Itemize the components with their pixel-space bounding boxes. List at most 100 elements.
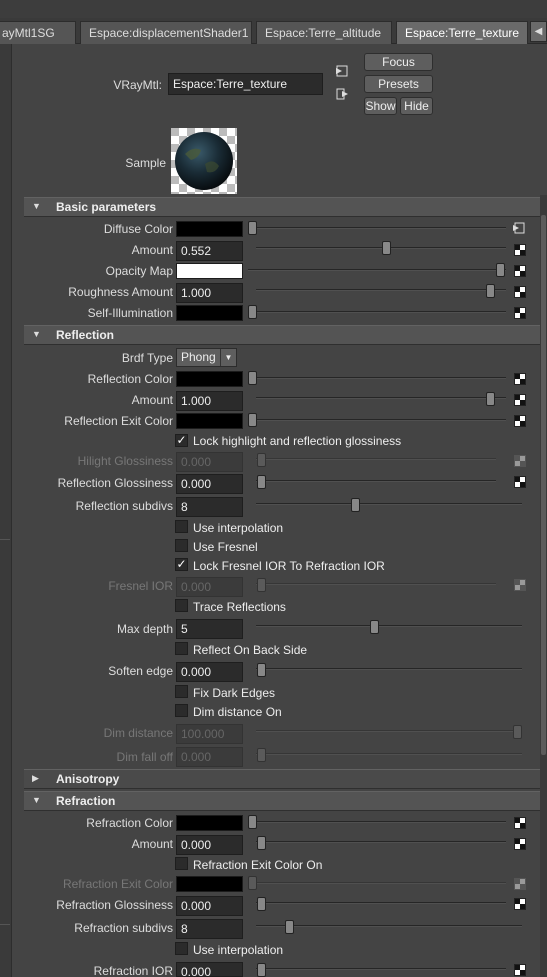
refraction-ior-slider-handle[interactable] xyxy=(257,963,266,977)
section-refraction[interactable]: ▼ Refraction xyxy=(24,791,540,811)
fresnel-ior-map-button-icon[interactable] xyxy=(514,579,526,591)
section-reflection[interactable]: ▼ Reflection xyxy=(24,325,540,345)
hilight-glossiness-slider-handle[interactable] xyxy=(257,453,266,467)
self-illumination-slider-track[interactable] xyxy=(250,311,506,313)
dim-fall-off-field[interactable]: 0.000 xyxy=(176,747,243,767)
dim-distance-slider-handle[interactable] xyxy=(513,725,522,739)
diffuse-color-slider-track[interactable] xyxy=(250,227,506,229)
diffuse-color-slider-handle[interactable] xyxy=(248,221,257,235)
dim-fall-off-slider-track[interactable] xyxy=(256,753,522,755)
tab-terre-altitude[interactable]: Espace:Terre_altitude xyxy=(256,21,392,44)
use-interpolation-checkbox[interactable] xyxy=(175,520,188,533)
focus-button[interactable]: Focus xyxy=(364,53,433,71)
reflection-exit-color-map-button-icon[interactable] xyxy=(514,415,526,427)
soften-edge-slider-handle[interactable] xyxy=(257,663,266,677)
reflection-glossiness-field[interactable]: 0.000 xyxy=(176,474,243,494)
reflection-exit-color-slider-track[interactable] xyxy=(250,419,506,421)
reflection-glossiness-slider-track[interactable] xyxy=(256,480,496,482)
hilight-glossiness-slider-track[interactable] xyxy=(256,458,496,460)
self-illumination-map-button-icon[interactable] xyxy=(514,307,526,319)
amount-map-button-icon[interactable] xyxy=(514,244,526,256)
output-connection-icon[interactable] xyxy=(336,88,348,100)
reflection-amount-map-button-icon[interactable] xyxy=(514,394,526,406)
reflection-color-slider-track[interactable] xyxy=(250,377,506,379)
opacity-map-slider-handle[interactable] xyxy=(496,263,505,277)
opacity-map-swatch[interactable] xyxy=(176,263,243,279)
refraction-amount-slider-handle[interactable] xyxy=(257,836,266,850)
reflection-color-swatch[interactable] xyxy=(176,371,243,387)
refraction-exit-color-slider-track[interactable] xyxy=(250,882,506,884)
dim-distance-on-checkbox[interactable] xyxy=(175,704,188,717)
diffuse-color-swatch[interactable] xyxy=(176,221,243,237)
tab-terre-texture[interactable]: Espace:Terre_texture xyxy=(396,21,528,44)
refraction-subdivs-slider-track[interactable] xyxy=(256,925,522,927)
refraction-ior-slider-track[interactable] xyxy=(256,968,506,970)
lock-fresnel-ior-checkbox[interactable]: ✓ xyxy=(175,558,188,571)
max-depth-slider-handle[interactable] xyxy=(370,620,379,634)
self-illumination-slider-handle[interactable] xyxy=(248,305,257,319)
use-fresnel-checkbox[interactable] xyxy=(175,539,188,552)
soften-edge-field[interactable]: 0.000 xyxy=(176,662,243,682)
reflection-subdivs-slider-track[interactable] xyxy=(256,503,522,505)
refraction-glossiness-slider-handle[interactable] xyxy=(257,897,266,911)
fresnel-ior-slider-handle[interactable] xyxy=(257,578,266,592)
roughness-amount-slider-track[interactable] xyxy=(256,289,506,291)
tab-displacement-shader[interactable]: Espace:displacementShader1 xyxy=(80,21,252,44)
refraction-amount-field[interactable]: 0.000 xyxy=(176,835,243,855)
reflect-back-side-checkbox[interactable] xyxy=(175,642,188,655)
refraction-exit-color-swatch[interactable] xyxy=(176,876,243,892)
reflection-exit-color-swatch[interactable] xyxy=(176,413,243,429)
brdf-type-dropdown[interactable]: Phong ▼ xyxy=(176,348,237,367)
reflection-subdivs-field[interactable]: 8 xyxy=(176,497,243,517)
hilight-glossiness-field[interactable]: 0.000 xyxy=(176,452,243,472)
reflection-color-slider-handle[interactable] xyxy=(248,371,257,385)
refraction-color-slider-handle[interactable] xyxy=(248,815,257,829)
refraction-ior-field[interactable]: 0.000 xyxy=(176,962,243,977)
amount-slider-track[interactable] xyxy=(256,247,506,249)
presets-button[interactable]: Presets xyxy=(364,75,433,93)
show-button[interactable]: Show xyxy=(364,97,397,115)
reflection-exit-color-slider-handle[interactable] xyxy=(248,413,257,427)
panel-scrollbar-thumb[interactable] xyxy=(541,215,546,755)
soften-edge-slider-track[interactable] xyxy=(256,668,522,670)
roughness-amount-slider-handle[interactable] xyxy=(486,284,495,298)
refraction-color-slider-track[interactable] xyxy=(250,821,506,823)
lock-highlight-checkbox[interactable]: ✓ xyxy=(175,434,188,447)
fix-dark-edges-checkbox[interactable] xyxy=(175,685,188,698)
hilight-glossiness-map-button-icon[interactable] xyxy=(514,455,526,467)
refraction-subdivs-field[interactable]: 8 xyxy=(176,919,243,939)
max-depth-field[interactable]: 5 xyxy=(176,619,243,639)
roughness-amount-field[interactable]: 1.000 xyxy=(176,283,243,303)
input-connection-icon[interactable] xyxy=(336,65,348,77)
opacity-map-button-icon[interactable] xyxy=(514,265,526,277)
reflection-glossiness-slider-handle[interactable] xyxy=(257,475,266,489)
hide-button[interactable]: Hide xyxy=(400,97,433,115)
section-basic-parameters[interactable]: ▼ Basic parameters xyxy=(24,197,540,217)
reflection-color-map-button-icon[interactable] xyxy=(514,373,526,385)
amount-field[interactable]: 0.552 xyxy=(176,241,243,261)
refraction-glossiness-map-button-icon[interactable] xyxy=(514,898,526,910)
fresnel-ior-field[interactable]: 0.000 xyxy=(176,577,243,597)
refraction-color-map-button-icon[interactable] xyxy=(514,817,526,829)
fresnel-ior-slider-track[interactable] xyxy=(256,583,496,585)
dim-distance-field[interactable]: 100.000 xyxy=(176,724,243,744)
opacity-map-slider-track[interactable] xyxy=(248,269,506,271)
refraction-exit-color-map-button-icon[interactable] xyxy=(514,878,526,890)
refraction-glossiness-slider-track[interactable] xyxy=(256,902,506,904)
refraction-use-interpolation-checkbox[interactable] xyxy=(175,942,188,955)
reflection-glossiness-map-button-icon[interactable] xyxy=(514,476,526,488)
material-name-field[interactable]: Espace:Terre_texture xyxy=(168,73,323,95)
diffuse-connected-map-icon[interactable] xyxy=(513,222,525,234)
reflection-amount-field[interactable]: 1.000 xyxy=(176,391,243,411)
refraction-amount-slider-track[interactable] xyxy=(256,841,506,843)
trace-reflections-checkbox[interactable] xyxy=(175,599,188,612)
section-anisotropy[interactable]: ▶ Anisotropy xyxy=(24,769,540,789)
refraction-exit-color-slider-handle[interactable] xyxy=(248,876,257,890)
refraction-amount-map-button-icon[interactable] xyxy=(514,838,526,850)
reflection-amount-slider-handle[interactable] xyxy=(486,392,495,406)
refraction-exit-color-on-checkbox[interactable] xyxy=(175,857,188,870)
refraction-subdivs-slider-handle[interactable] xyxy=(285,920,294,934)
roughness-map-button-icon[interactable] xyxy=(514,286,526,298)
tab-vraymtl1sg[interactable]: ayMtl1SG xyxy=(0,21,76,44)
dim-distance-slider-track[interactable] xyxy=(256,730,522,732)
